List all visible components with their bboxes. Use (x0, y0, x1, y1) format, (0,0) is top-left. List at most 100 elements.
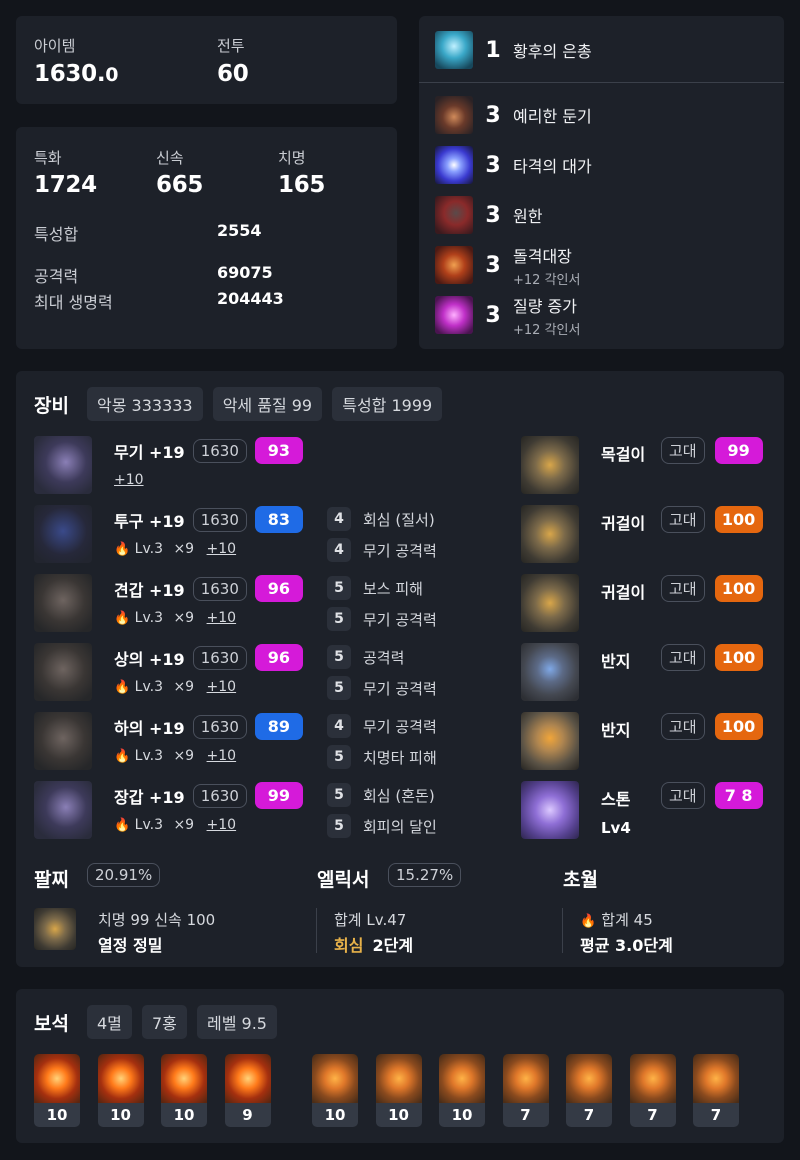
quality-badge: 99 (714, 437, 763, 464)
elixir-plus[interactable]: +10 (114, 472, 144, 488)
earring-icon[interactable] (521, 505, 579, 563)
gem-level: 10 (97, 1103, 144, 1127)
bracelet-icon[interactable] (34, 908, 76, 950)
option-name: 무기 공격력 (363, 717, 437, 736)
attack-value: 69075 (217, 263, 273, 282)
accessory-name: 귀걸이 (601, 583, 646, 602)
max-hp-label: 최대 생명력 (34, 293, 113, 312)
gear-name: 투구 +19 (114, 511, 185, 531)
engraving-row[interactable]: 3 원한 (435, 195, 542, 235)
elixir-plus[interactable]: +10 (207, 679, 237, 695)
transcend-count: ×9 (173, 541, 195, 557)
engraving-name: 타격의 대가 (513, 157, 592, 176)
gem-icon (439, 1054, 485, 1103)
gear-option: 4 무기 공격력 (327, 714, 437, 738)
grade-badge: 고대 (661, 575, 705, 602)
stat-total-value: 2554 (217, 221, 262, 240)
crit-label: 치명 (278, 149, 306, 167)
transcend-count: ×9 (173, 748, 195, 764)
gem-level: 10 (439, 1103, 485, 1127)
gems-title: 보석 (34, 1013, 69, 1035)
grade-badge: 고대 (661, 713, 705, 740)
gear-item-level: 1630 (192, 714, 247, 739)
gear-header: 무기 +19 1630 93 (114, 437, 303, 464)
transcend-level: Lv.3 (134, 817, 163, 833)
gem-slot[interactable]: 7 (566, 1054, 612, 1127)
accessory-name: 반지 (601, 652, 631, 671)
option-level: 5 (327, 783, 351, 807)
transcend-total-text: 합계 45 (601, 911, 653, 929)
flame-icon: 🔥 (114, 542, 131, 557)
shoulder-icon[interactable] (34, 574, 92, 632)
gear-name: 무기 +19 (114, 442, 185, 462)
annihilation-tag: 4멸 (87, 1005, 132, 1039)
necklace-icon[interactable] (521, 436, 579, 494)
mass-increase-icon (435, 296, 473, 334)
combat-level-label: 전투 (217, 37, 245, 55)
gem-icon (566, 1054, 612, 1103)
elixir-effect: 회심 2단계 (334, 932, 413, 956)
gear-name: 하의 +19 (114, 718, 185, 738)
engraving-row[interactable]: 3 예리한 둔기 (435, 95, 592, 135)
gear-option: 4 무기 공격력 (327, 538, 437, 562)
gem-slot[interactable]: 7 (629, 1054, 676, 1127)
gem-icon (97, 1054, 144, 1103)
quality-badge: 96 (254, 575, 303, 602)
gear-header: 투구 +19 1630 83 (114, 506, 303, 533)
stone-icon[interactable] (521, 781, 579, 839)
engraving-row[interactable]: 3 돌격대장 +12 각인서 (435, 245, 580, 288)
accessory-quality-tag: 악세 품질 99 (212, 387, 323, 421)
gear-name: 장갑 +19 (114, 787, 185, 807)
earring-icon[interactable] (521, 574, 579, 632)
accessory-badges: 고대 7 8 (661, 782, 763, 809)
gem-icon (629, 1054, 676, 1103)
gear-header: 장갑 +19 1630 99 (114, 782, 303, 809)
gem-slot[interactable]: 7 (502, 1054, 549, 1127)
ring-icon[interactable] (521, 643, 579, 701)
weapon-icon[interactable] (34, 436, 92, 494)
crimson-tag: 7홍 (142, 1005, 187, 1039)
gem-slot[interactable]: 7 (693, 1054, 739, 1127)
gem-slot[interactable]: 10 (439, 1054, 485, 1127)
gloves-icon[interactable] (34, 781, 92, 839)
elixir-pct: 15.27% (388, 863, 462, 887)
gem-level: 10 (161, 1103, 207, 1127)
section-divider (562, 908, 563, 953)
gear-sub: 🔥 Lv.3 ×9 +10 (114, 817, 236, 833)
gem-slot[interactable]: 9 (224, 1054, 271, 1127)
gem-slot[interactable]: 10 (34, 1054, 80, 1127)
option-name: 공격력 (363, 648, 405, 667)
engraving-book: +12 각인서 (513, 322, 581, 338)
elixir-plus[interactable]: +10 (207, 610, 237, 626)
gem-level: 10 (375, 1103, 422, 1127)
engraving-row[interactable]: 1 황후의 은총 (435, 30, 592, 70)
elixir-plus[interactable]: +10 (207, 541, 237, 557)
gem-slot[interactable]: 10 (97, 1054, 144, 1127)
grade-badge: 고대 (661, 506, 705, 533)
gem-slot[interactable]: 10 (161, 1054, 207, 1127)
helmet-icon[interactable] (34, 505, 92, 563)
elixir-plus[interactable]: +10 (207, 748, 237, 764)
engraving-divider (419, 82, 784, 83)
chest-icon[interactable] (34, 643, 92, 701)
option-level: 5 (327, 814, 351, 838)
engraving-level: 3 (485, 252, 501, 278)
gem-slot[interactable]: 10 (312, 1054, 358, 1127)
grade-badge: 고대 (661, 644, 705, 671)
engraving-row[interactable]: 3 질량 증가 +12 각인서 (435, 295, 581, 338)
ring-icon[interactable] (521, 712, 579, 770)
flame-icon: 🔥 (114, 611, 131, 626)
gear-option: 5 무기 공격력 (327, 676, 437, 700)
engraving-row[interactable]: 3 타격의 대가 (435, 145, 592, 185)
attack-label: 공격력 (34, 267, 79, 286)
engraving-name: 예리한 둔기 (513, 107, 592, 126)
quality-badge: 93 (254, 437, 303, 464)
gear-item-level: 1630 (192, 507, 247, 532)
gem-icon (693, 1054, 739, 1103)
specialization-label: 특화 (34, 149, 62, 167)
pants-icon[interactable] (34, 712, 92, 770)
transcend-count: ×9 (173, 817, 195, 833)
elixir-plus[interactable]: +10 (207, 817, 237, 833)
accessory-badges: 고대 100 (661, 713, 763, 740)
gem-slot[interactable]: 10 (375, 1054, 422, 1127)
